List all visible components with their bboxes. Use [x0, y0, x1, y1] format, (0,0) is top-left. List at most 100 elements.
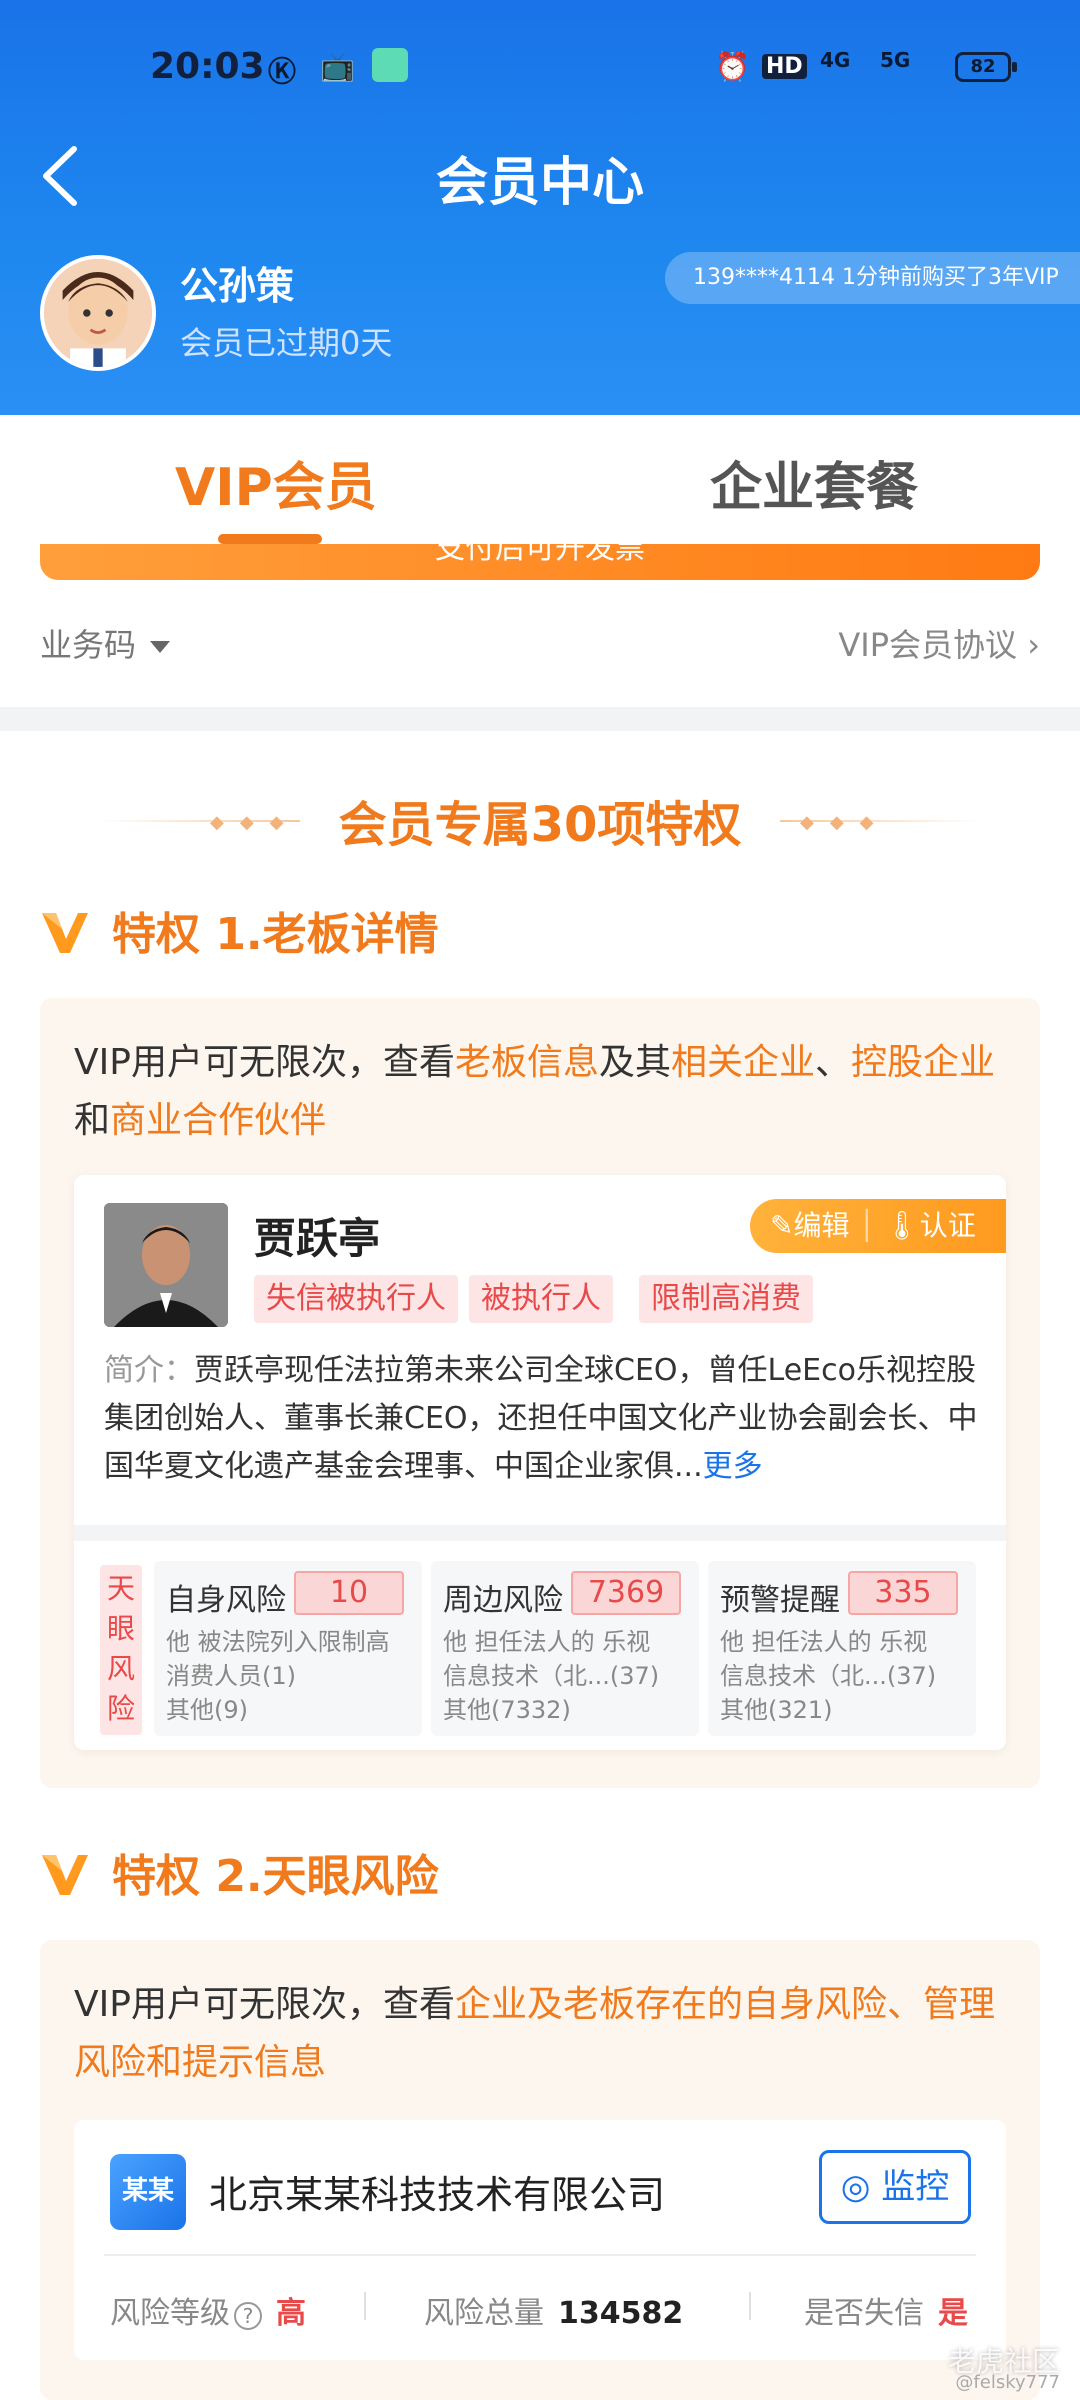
- risk-title: 周边风险: [443, 1583, 563, 1618]
- stat-separator: [364, 2292, 366, 2320]
- risk-desc-line: 他 担任法人的 乐视: [443, 1628, 651, 1656]
- boss-photo: [104, 1203, 228, 1327]
- risk-level-label: 风险等级: [110, 2296, 230, 2331]
- bizcode-label: 业务码: [40, 626, 137, 664]
- tag-executed[interactable]: 被执行人: [469, 1275, 613, 1323]
- stat-separator: [749, 2292, 751, 2320]
- vip-agreement-label: VIP会员协议: [838, 626, 1018, 664]
- risk-count: 335: [848, 1571, 958, 1615]
- risk-level-value: 高: [276, 2296, 306, 2331]
- monitor-icon: ◎: [840, 2167, 882, 2207]
- edit-pencil-icon: ✎: [770, 1209, 794, 1242]
- risk-total-label: 风险总量: [424, 2296, 544, 2331]
- verify-label[interactable]: 认证: [920, 1209, 976, 1242]
- risk-desc-line: 其他(7332): [443, 1696, 571, 1724]
- v-mark-icon: [42, 913, 88, 953]
- purchase-ticker: 139****4114 1分钟前购买了3年VIP: [665, 252, 1080, 304]
- risk-desc-line: 其他(9): [166, 1696, 248, 1724]
- risk-desc: 他 担任法人的 乐视 信息技术（北...(37) 其他(7332): [443, 1625, 693, 1727]
- dishonest-stat: 是否失信是: [804, 2288, 968, 2332]
- pay-button-label: 支付后可开发票: [435, 544, 645, 566]
- risk-surrounding[interactable]: 周边风险 7369 他 担任法人的 乐视 信息技术（北...(37) 其他(7332…: [431, 1561, 699, 1736]
- risk-desc-line: 他 被法院列入限制高: [166, 1628, 390, 1656]
- verify-icon: 🌡: [884, 1209, 920, 1242]
- tag-high-consumption[interactable]: 限制高消费: [639, 1275, 813, 1323]
- monitor-button[interactable]: ◎ 监控: [819, 2150, 971, 2224]
- risk-desc-line: 他 担任法人的 乐视: [720, 1628, 928, 1656]
- pill-divider: │: [849, 1209, 885, 1242]
- desc-text: VIP用户可无限次，查看: [74, 1042, 455, 1083]
- risk-separator: [74, 1525, 1006, 1541]
- desc-text: 及其: [598, 1042, 671, 1083]
- membership-status: 会员已过期0天: [180, 324, 393, 362]
- edit-label[interactable]: 编辑: [793, 1209, 849, 1242]
- tab-enterprise[interactable]: 企业套餐: [710, 445, 918, 520]
- vip-agreement-link[interactable]: VIP会员协议 ›: [838, 620, 1040, 666]
- section-title: 会员专属30项特权: [338, 797, 742, 853]
- v-mark-icon: [42, 1855, 88, 1895]
- tag-dishonest[interactable]: 失信被执行人: [254, 1275, 458, 1323]
- risk-title: 自身风险: [166, 1583, 286, 1618]
- intro-text: 贾跃亭现任法拉第未来公司全球CEO，曾任LeEco乐视控股集团创始人、董事长兼C…: [104, 1353, 978, 1484]
- intro-label: 简介：: [104, 1353, 194, 1388]
- privilege-1-heading: 特权 1.老板详情: [40, 898, 439, 962]
- battery-icon: 82: [955, 52, 1017, 82]
- risk-title: 预警提醒: [720, 1583, 840, 1618]
- desc-highlight: 老板信息: [454, 1042, 599, 1083]
- dishonest-value: 是: [938, 2296, 968, 2331]
- company-logo: 某某: [110, 2154, 186, 2230]
- watermark-user: @felsky777: [955, 2372, 1060, 2393]
- company-name: 北京某某科技技术有限公司: [209, 2173, 666, 2217]
- page-title: 会员中心: [435, 153, 644, 213]
- desc-text: 和: [74, 1100, 111, 1141]
- edit-verify-pill[interactable]: ✎编辑 │ 🌡认证: [750, 1199, 1006, 1253]
- risk-desc-line: 信息技术（北...(37): [443, 1662, 660, 1690]
- risk-desc: 他 担任法人的 乐视 信息技术（北...(37) 其他(321): [720, 1625, 970, 1727]
- app-k-icon: Ⓚ: [268, 55, 297, 88]
- more-link[interactable]: 更多: [703, 1449, 763, 1484]
- tianyan-risk-label: 天眼风险: [100, 1565, 142, 1735]
- status-bar: 20:03 Ⓚ 📺 ⏰ HD 4G 5G 82: [0, 0, 1080, 130]
- signal-5g-icon: 5G: [880, 48, 911, 72]
- pay-button[interactable]: 支付后可开发票: [40, 544, 1040, 580]
- desc-text: VIP用户可无限次，查看: [74, 1984, 455, 2025]
- caret-down-icon: [150, 641, 171, 653]
- tv-icon: 📺: [320, 50, 355, 83]
- boss-name: 贾跃亭: [254, 1214, 381, 1263]
- risk-count: 10: [294, 1571, 404, 1615]
- chevron-right-icon: ›: [1017, 626, 1040, 664]
- privilege-2-title: 特权 2.天眼风险: [112, 1851, 439, 1902]
- boss-intro: 简介：贾跃亭现任法拉第未来公司全球CEO，曾任LeEco乐视控股集团创始人、董事…: [104, 1347, 984, 1491]
- boss-card[interactable]: 贾跃亭 ✎编辑 │ 🌡认证 失信被执行人 被执行人 限制高消费 简介：贾跃亭现任…: [74, 1175, 1006, 1750]
- privilege-1-title: 特权 1.老板详情: [112, 909, 439, 960]
- privilege-1-desc: VIP用户可无限次，查看老板信息及其相关企业、控股企业和商业合作伙伴: [74, 1034, 1014, 1150]
- chat-app-icon: [372, 48, 408, 82]
- signal-4g-icon: 4G: [820, 48, 851, 72]
- company-divider: [104, 2254, 976, 2256]
- status-time: 20:03: [150, 46, 265, 87]
- risk-warning[interactable]: 预警提醒 335 他 担任法人的 乐视 信息技术（北...(37) 其他(321): [708, 1561, 976, 1736]
- risk-desc-line: 消费人员(1): [166, 1662, 296, 1690]
- risk-count: 7369: [571, 1571, 681, 1615]
- alarm-icon: ⏰: [715, 50, 750, 83]
- risk-level-stat: 风险等级? 高: [110, 2288, 306, 2332]
- privilege-2-heading: 特权 2.天眼风险: [40, 1840, 439, 1904]
- risk-total-stat: 风险总量 134582: [424, 2288, 683, 2332]
- desc-highlight: 相关企业: [671, 1042, 816, 1083]
- desc-highlight: 商业合作伙伴: [110, 1100, 327, 1141]
- dishonest-label: 是否失信: [804, 2296, 924, 2331]
- section-divider: [0, 707, 1080, 731]
- bizcode-dropdown[interactable]: 业务码: [40, 620, 171, 666]
- company-card[interactable]: 某某 北京某某科技技术有限公司 ◎ 监控 风险等级? 高 风险总量 134582 是…: [74, 2120, 1006, 2360]
- risk-desc: 他 被法院列入限制高 消费人员(1) 其他(9): [166, 1625, 416, 1727]
- risk-self[interactable]: 自身风险 10 他 被法院列入限制高 消费人员(1) 其他(9): [154, 1561, 422, 1736]
- risk-total-value: 134582: [558, 2296, 684, 2331]
- monitor-label: 监控: [881, 2167, 950, 2207]
- desc-highlight: 控股企业: [851, 1042, 996, 1083]
- privilege-2-desc: VIP用户可无限次，查看企业及老板存在的自身风险、管理风险和提示信息: [74, 1976, 1014, 2092]
- help-icon[interactable]: ?: [234, 2302, 262, 2330]
- tab-indicator: [218, 534, 322, 544]
- avatar[interactable]: [40, 255, 156, 371]
- tab-vip[interactable]: VIP会员: [175, 445, 377, 520]
- risk-desc-line: 信息技术（北...(37): [720, 1662, 937, 1690]
